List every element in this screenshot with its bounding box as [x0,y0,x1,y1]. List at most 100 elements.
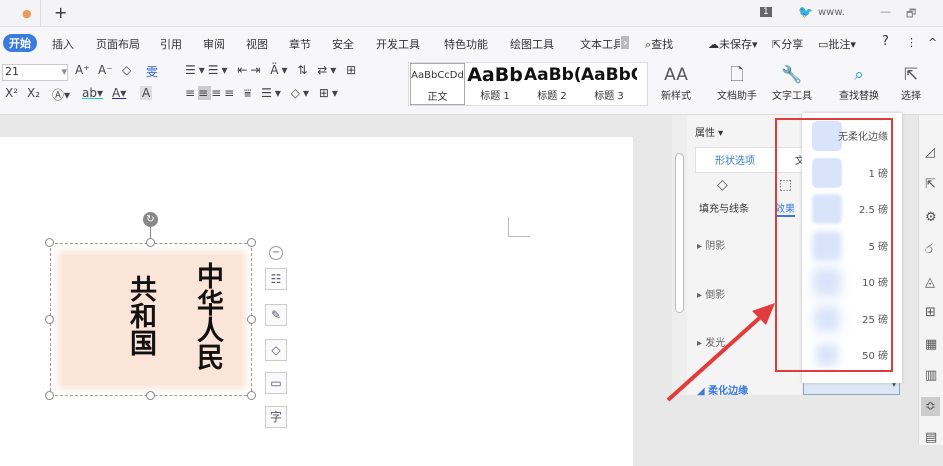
resize-handle[interactable] [45,315,54,324]
red-arrow-icon [666,303,775,402]
doc-helper-button[interactable]: 🗋 文档助手 [713,63,761,105]
shrink-font-button[interactable]: A⁻ [98,63,113,77]
char-shading-icon[interactable]: A [140,86,153,100]
menu-layout[interactable]: 页面布局 [96,36,140,52]
font-size-select[interactable]: 21 ▾ [2,64,68,81]
settings-icon[interactable]: ⚙ [925,210,937,225]
new-style-icon: AA [664,65,688,85]
panel-title-label: 属性 [695,128,715,139]
panel-title[interactable]: 属性 ▾ [695,124,723,139]
style-name: 标题 1 [480,91,510,102]
text-tools-button[interactable]: 🔧 文字工具 [766,63,818,105]
resize-handle[interactable] [146,391,155,400]
find-replace-button[interactable]: ⌕ 查找替换 [835,63,883,105]
layout-options-icon[interactable]: ☷ [265,268,287,290]
font-size-value: 21 [5,65,19,78]
tab-shape-options[interactable]: 形状选项 [715,152,755,167]
pinyin-button[interactable]: 雯 [146,63,158,80]
resize-handle[interactable] [146,238,155,247]
cursor-icon[interactable]: ⇱ [925,177,936,192]
new-tab-button[interactable]: + [54,3,67,22]
text-direction-icon[interactable]: 字 [265,406,287,428]
scroll-thumb[interactable] [675,153,684,313]
comment-button[interactable]: ▭批注▾ [818,36,856,52]
select-label: 选择 [901,91,921,102]
text-column-2[interactable]: 共和国 [125,275,156,356]
user-name[interactable]: www. [818,7,845,18]
minimize-button[interactable]: — [880,5,891,18]
menu-scroll-right[interactable]: › [621,36,630,49]
grow-font-button[interactable]: A⁺ [75,63,90,77]
menu-view[interactable]: 视图 [246,36,268,52]
menu-chapter[interactable]: 章节 [289,36,311,52]
more-tools-icon[interactable]: ▤ [925,430,937,445]
resize-handle[interactable] [247,315,256,324]
unsaved-button[interactable]: ☁未保存▾ [708,36,758,52]
text-effect-icon[interactable]: Ⓐ▾ [52,86,70,103]
shape-icon[interactable]: ◿ [925,145,935,160]
style-name: 标题 2 [537,91,567,102]
find-replace-label: 查找替换 [839,91,879,102]
new-style-button[interactable]: AA 新样式 [655,63,697,105]
badge[interactable]: 1 [760,7,772,17]
menu-security[interactable]: 安全 [332,36,354,52]
border-icon[interactable]: ▭ [265,372,287,394]
style-name: 正文 [427,92,448,103]
share-button[interactable]: ⇱分享 [772,36,803,52]
menu-developer[interactable]: 开发工具 [376,36,420,52]
table-icon[interactable]: ⊞ [925,305,936,320]
section-shadow[interactable]: ▸ 阴影 [697,237,725,252]
fill-line-icon[interactable]: ◇ [717,177,728,193]
style-heading2[interactable]: AaBb( 标题 2 [524,63,580,105]
comment-label: 批注 [828,38,851,51]
resize-handle[interactable] [45,391,54,400]
restore-button[interactable]: 🗗 [906,5,916,24]
fill-line-tab[interactable]: 填充与线条 [699,200,749,215]
chart-icon[interactable]: ▥ [925,368,937,383]
style-normal[interactable]: AaBbCcDd 正文 [410,63,465,105]
menu-start[interactable]: 开始 [3,34,37,52]
tab-dot-icon[interactable]: ● [22,7,32,20]
clear-format-icon[interactable]: ◇ [122,63,131,77]
menu-references[interactable]: 引用 [160,36,182,52]
fill-bucket-icon[interactable]: ◇ [265,339,287,361]
paragraph-tools-row2[interactable]: ≡≡≡≡ ⩸ ☰▾ ◇▾ ⊞▾ [185,86,341,101]
menu-features[interactable]: 特色功能 [444,36,488,52]
menu-insert[interactable]: 插入 [52,36,74,52]
avatar[interactable]: 🐦 [798,5,813,19]
style-icon[interactable]: ◬ [925,275,935,290]
font-color-icon[interactable]: A▾ [112,86,126,100]
menu-review[interactable]: 审阅 [203,36,225,52]
menu-text-tools[interactable]: 文本工具 [580,36,620,52]
style-preview: AaBb [467,64,523,86]
subscript-button[interactable]: X₂ [27,86,40,100]
select-button[interactable]: ⇱ 选择 [893,63,929,105]
magnifier-icon: ⌕ [854,65,864,85]
tab-bar: ● + 1 🐦 www. — 🗗 [0,0,943,27]
shapes-icon[interactable]: ර [925,242,933,257]
style-preview: AaBb( [524,65,580,85]
new-style-label: 新样式 [661,91,691,102]
paragraph-tools-row1[interactable]: ☰▾☰▾ ⇤⇥ Ä▾ ⇅ ⇄▾ ⊞ [185,63,359,77]
search-button[interactable]: ⌕查找 [645,36,673,52]
highlight-icon[interactable]: ab▾ [82,86,103,100]
text-tools-label: 文字工具 [772,91,812,102]
resize-handle[interactable] [45,238,54,247]
menu-drawing-tools[interactable]: 绘图工具 [510,36,554,52]
menu-bar: 开始 插入 页面布局 引用 审阅 视图 章节 安全 开发工具 特色功能 绘图工具… [0,27,943,58]
rotate-handle-icon[interactable]: ↻ [143,212,158,227]
outline-pen-icon[interactable]: ✎ [265,304,287,326]
collapse-ribbon-button[interactable]: ^ [928,36,937,49]
collapse-tools-icon[interactable]: − [269,246,283,260]
grid-icon[interactable]: ▦ [925,337,937,352]
style-heading1[interactable]: AaBb 标题 1 [467,63,523,105]
superscript-button[interactable]: X² [5,86,18,100]
properties-icon[interactable]: ≎ [921,397,940,416]
resize-handle[interactable] [247,238,256,247]
style-heading3[interactable]: AaBbC 标题 3 [581,63,637,105]
help-button[interactable]: ? [882,34,889,49]
text-column-1[interactable]: 中华人民 [192,262,223,370]
resize-handle[interactable] [247,391,256,400]
margin-mark [508,217,530,237]
more-button[interactable]: ⋮ [906,36,917,49]
